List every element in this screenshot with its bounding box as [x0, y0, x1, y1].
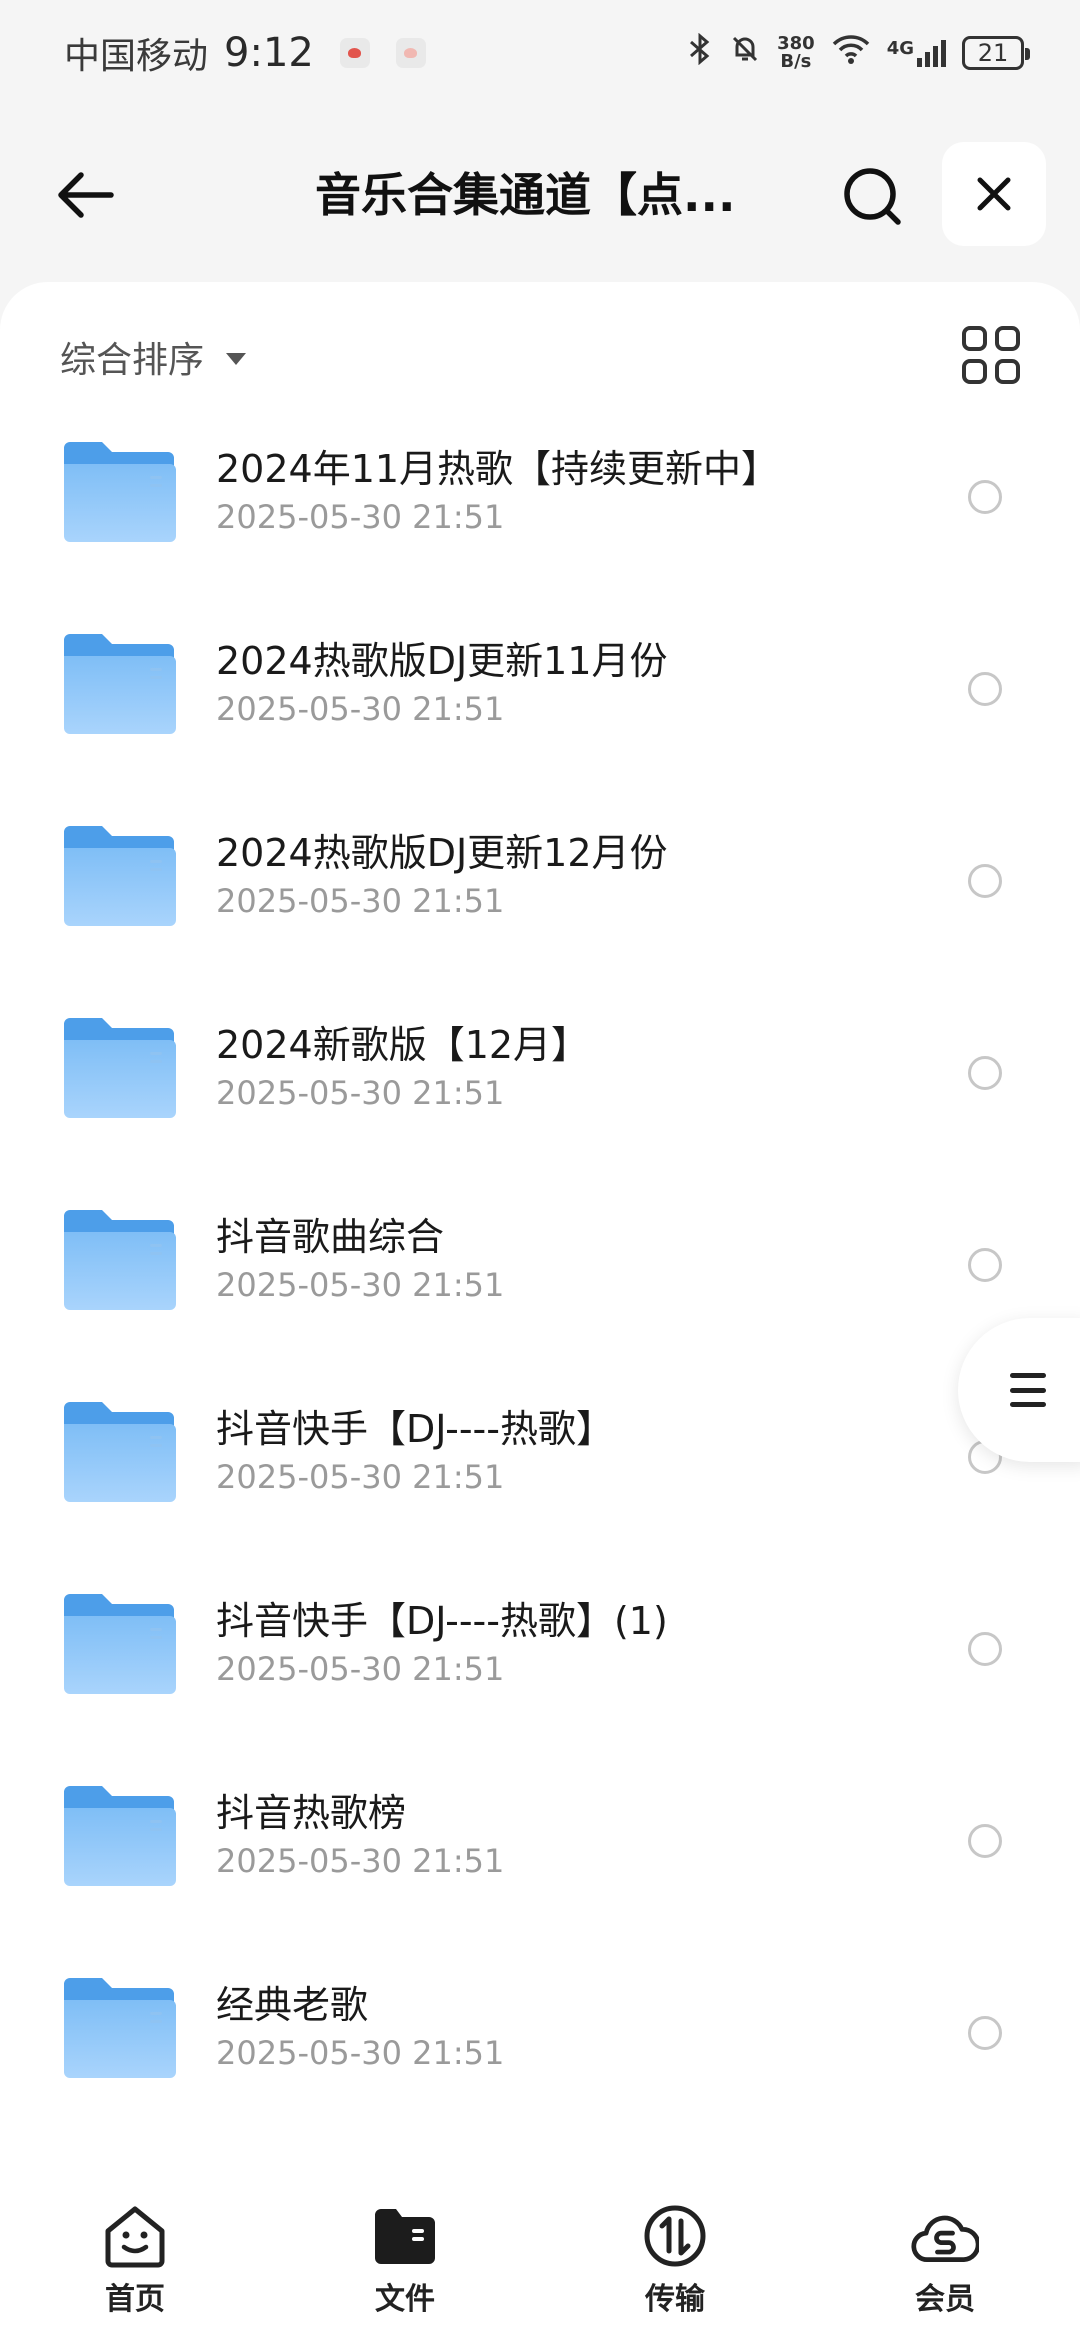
- file-date: 2025-05-30 21:51: [216, 498, 505, 536]
- list-item[interactable]: 经典老歌 2025-05-30 21:51: [0, 1948, 1080, 2140]
- search-button[interactable]: [836, 160, 908, 232]
- page-title: 音乐合集通道【点...: [315, 168, 736, 222]
- select-checkbox[interactable]: [968, 2016, 1002, 2050]
- bluetooth-icon: [687, 32, 713, 73]
- select-checkbox[interactable]: [968, 1632, 1002, 1666]
- list-item[interactable]: 2024新歌版【12月】 2025-05-30 21:51: [0, 988, 1080, 1180]
- nav-files[interactable]: 文件: [305, 2202, 505, 2318]
- grid-view-toggle[interactable]: [962, 326, 1020, 384]
- grid-cell: [962, 326, 987, 351]
- list-item[interactable]: 抖音热歌榜 2025-05-30 21:51: [0, 1756, 1080, 1948]
- file-date: 2025-05-30 21:51: [216, 1650, 505, 1688]
- mute-bell-icon: [729, 33, 761, 73]
- list-item[interactable]: 2024热歌版DJ更新11月份 2025-05-30 21:51: [0, 604, 1080, 796]
- list-item[interactable]: 抖音快手【DJ----热歌】(1) 2025-05-30 21:51: [0, 1564, 1080, 1756]
- nav-home-label: 首页: [105, 2282, 165, 2317]
- file-name: 2024年11月热歌【持续更新中】: [216, 447, 780, 491]
- net-speed-value: 380: [777, 32, 815, 54]
- file-name: 2024热歌版DJ更新11月份: [216, 639, 668, 683]
- app-screen: 中国移动 9:12 380 B/s 4G 21 音乐合集通道【点... 综合排序…: [0, 0, 1080, 2340]
- folder-icon: [64, 1402, 176, 1502]
- file-browser-panel: 综合排序 2024年11月热歌【持续更新中】 2025-05-30 21:51: [0, 282, 1080, 2162]
- sort-label: 综合排序: [60, 340, 205, 381]
- list-item[interactable]: 抖音快手【DJ----热歌】 2025-05-30 21:51: [0, 1372, 1080, 1564]
- list-item[interactable]: 2024热歌版DJ更新12月份 2025-05-30 21:51: [0, 796, 1080, 988]
- notification-app-icon: [395, 37, 426, 68]
- sort-dropdown[interactable]: 综合排序: [60, 322, 247, 392]
- file-list: 2024年11月热歌【持续更新中】 2025-05-30 21:51 2024热…: [0, 412, 1080, 2140]
- folder-icon: [64, 634, 176, 734]
- net-speed-unit: B/s: [780, 50, 812, 72]
- status-bar: 中国移动 9:12 380 B/s 4G 21: [0, 0, 1080, 105]
- folder-icon: [64, 442, 176, 542]
- select-checkbox[interactable]: [968, 480, 1002, 514]
- network-type: 4G: [886, 37, 914, 59]
- grid-cell: [995, 326, 1020, 351]
- back-button[interactable]: [50, 160, 120, 230]
- file-date: 2025-05-30 21:51: [216, 690, 505, 728]
- file-name: 抖音热歌榜: [216, 1791, 407, 1835]
- file-date: 2025-05-30 21:51: [216, 1458, 505, 1496]
- nav-files-label: 文件: [375, 2282, 435, 2317]
- file-date: 2025-05-30 21:51: [216, 2034, 505, 2072]
- select-checkbox[interactable]: [968, 864, 1002, 898]
- home-face-icon: [101, 2202, 169, 2270]
- file-name: 经典老歌: [216, 1983, 369, 2027]
- file-name: 2024新歌版【12月】: [216, 1023, 590, 1067]
- wifi-icon: [831, 33, 871, 73]
- file-date: 2025-05-30 21:51: [216, 1074, 505, 1112]
- grid-cell: [995, 359, 1020, 384]
- nav-vip[interactable]: 会员: [845, 2202, 1045, 2318]
- file-name: 2024热歌版DJ更新12月份: [216, 831, 668, 875]
- carrier-label: 中国移动: [64, 35, 209, 77]
- folder-icon: [64, 1018, 176, 1118]
- status-left: 中国移动 9:12: [64, 27, 426, 79]
- cellular-signal-icon: 4G: [887, 38, 946, 68]
- select-checkbox[interactable]: [968, 1248, 1002, 1282]
- folder-icon: [371, 2202, 439, 2270]
- grid-cell: [962, 359, 987, 384]
- bottom-nav: 首页 文件 传输 会员: [0, 2162, 1080, 2340]
- network-speed: 380 B/s: [777, 32, 815, 72]
- close-icon: [977, 177, 1011, 211]
- status-right: 380 B/s 4G 21: [687, 32, 1030, 73]
- arrow-left-icon: [58, 172, 114, 218]
- folder-icon: [64, 826, 176, 926]
- vip-cloud-icon: [911, 2202, 979, 2270]
- battery-indicator: 21: [962, 35, 1030, 70]
- file-date: 2025-05-30 21:51: [216, 882, 505, 920]
- folder-icon: [64, 1210, 176, 1310]
- caret-down-icon: [226, 353, 247, 365]
- title-bar: 音乐合集通道【点...: [0, 130, 1080, 260]
- notification-app-icon: [339, 37, 370, 68]
- nav-transfer-label: 传输: [645, 2282, 705, 2317]
- file-date: 2025-05-30 21:51: [216, 1266, 505, 1304]
- file-date: 2025-05-30 21:51: [216, 1842, 505, 1880]
- transfer-icon: [641, 2202, 709, 2270]
- nav-transfer[interactable]: 传输: [575, 2202, 775, 2318]
- file-name: 抖音快手【DJ----热歌】(1): [216, 1599, 668, 1643]
- folder-icon: [64, 1594, 176, 1694]
- nav-home[interactable]: 首页: [35, 2202, 235, 2318]
- folder-icon: [64, 1978, 176, 2078]
- menu-lines-icon: [1010, 1373, 1046, 1407]
- file-name: 抖音快手【DJ----热歌】: [216, 1407, 614, 1451]
- list-item[interactable]: 抖音歌曲综合 2025-05-30 21:51: [0, 1180, 1080, 1372]
- nav-vip-label: 会员: [915, 2282, 975, 2317]
- search-icon: [844, 168, 901, 225]
- clock: 9:12: [224, 29, 314, 76]
- select-checkbox[interactable]: [968, 1056, 1002, 1090]
- select-checkbox[interactable]: [968, 672, 1002, 706]
- file-name: 抖音歌曲综合: [216, 1215, 445, 1259]
- list-item[interactable]: 2024年11月热歌【持续更新中】 2025-05-30 21:51: [0, 412, 1080, 604]
- close-button[interactable]: [942, 142, 1046, 246]
- folder-icon: [64, 1786, 176, 1886]
- select-checkbox[interactable]: [968, 1824, 1002, 1858]
